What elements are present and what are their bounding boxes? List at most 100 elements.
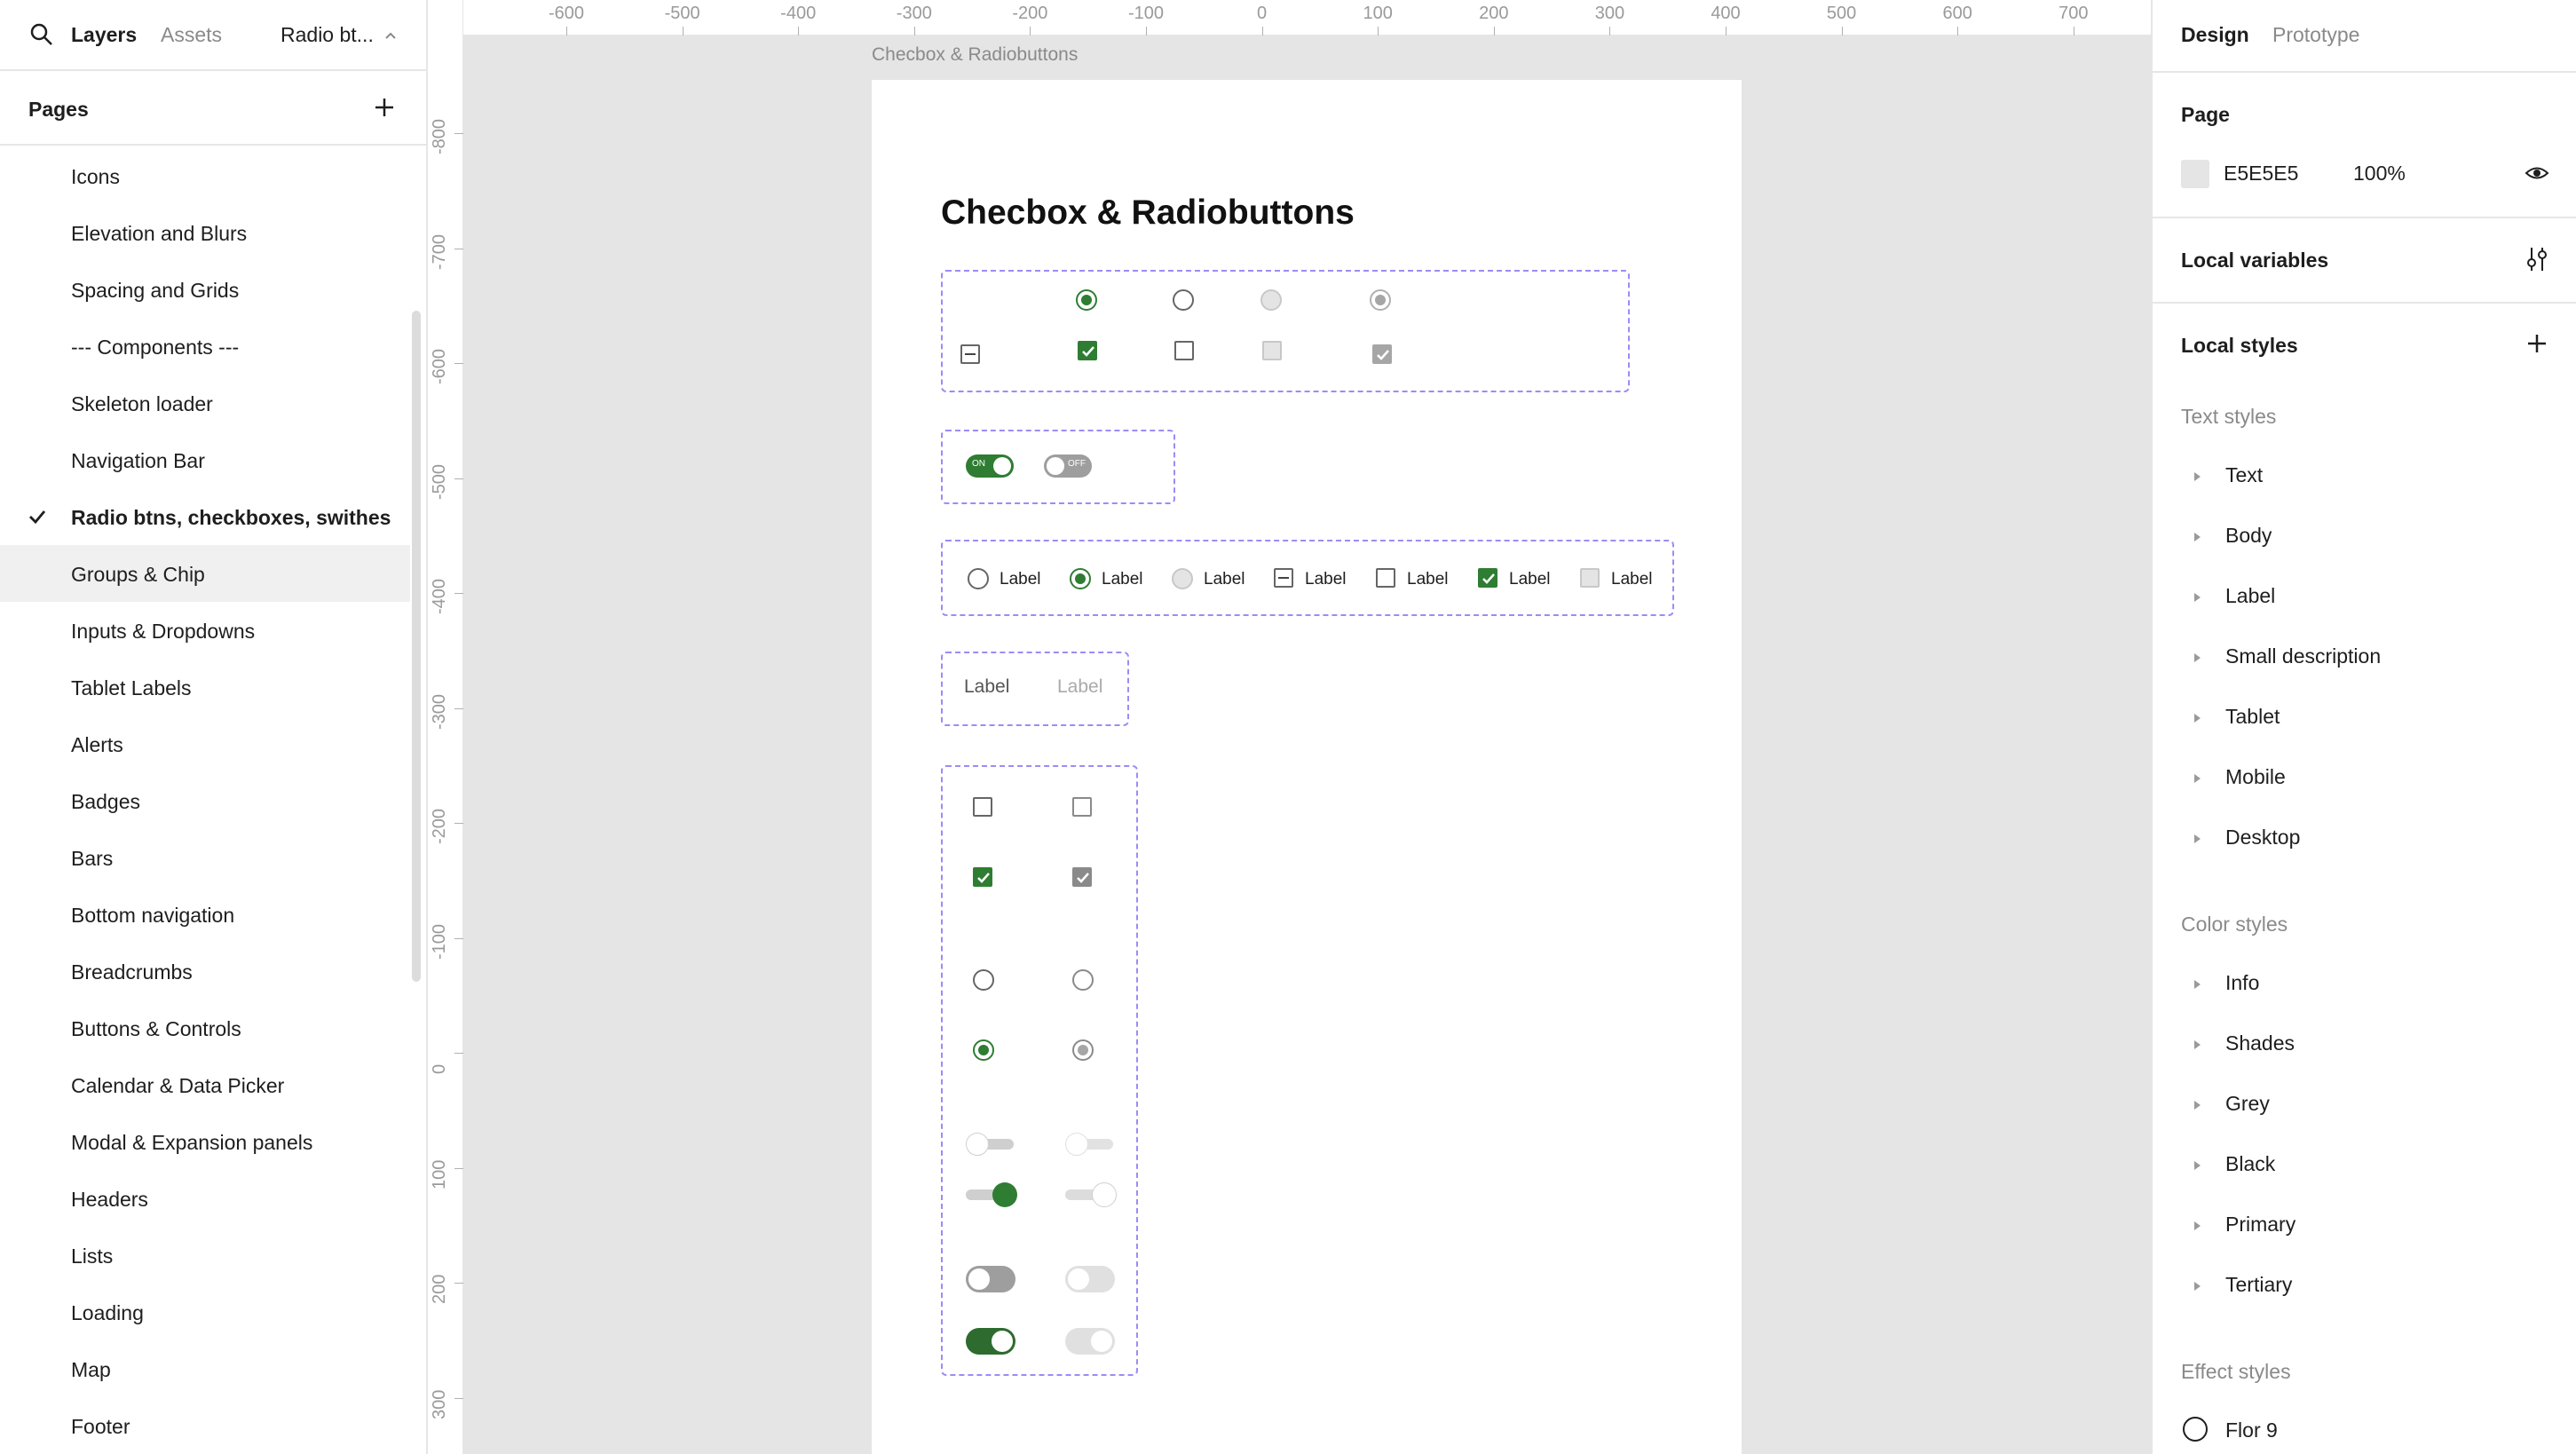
canvas[interactable]: -600 -500 -400 -300 -200 -100 0 100 200 300 400 500… [428, 0, 2151, 1454]
chevron-up-icon[interactable] [382, 27, 399, 44]
style-item[interactable]: Small description [2225, 644, 2381, 668]
component-set-labeled-controls[interactable]: Label Label Label Label Label Label Labe… [941, 540, 1674, 616]
radio-unselected[interactable] [1173, 289, 1194, 311]
checkbox-disabled[interactable] [1580, 568, 1600, 588]
checkbox-indeterminate[interactable] [1274, 568, 1293, 588]
page-dropdown[interactable]: Radio bt... [281, 23, 374, 47]
component-set-states[interactable] [941, 765, 1138, 1376]
page-color-swatch[interactable] [2181, 160, 2209, 188]
checkbox-checked[interactable] [1478, 568, 1497, 588]
switch-off[interactable]: OFF [1044, 454, 1092, 478]
variables-icon[interactable] [2524, 245, 2550, 273]
page-item[interactable]: Navigation Bar [0, 431, 410, 488]
page-item[interactable]: Groups & Chip [0, 545, 410, 602]
switch-slim-on-disabled[interactable] [1065, 1182, 1117, 1207]
style-item[interactable]: Primary [2225, 1213, 2295, 1237]
style-item[interactable]: Desktop [2225, 826, 2300, 849]
style-item[interactable]: Shades [2225, 1031, 2295, 1055]
effect-style-item[interactable]: Flor 9 [2225, 1418, 2278, 1442]
switch-pill-off-disabled[interactable] [1065, 1266, 1115, 1292]
page-item[interactable]: Bars [0, 829, 410, 886]
radio-selected[interactable] [1070, 568, 1091, 589]
checkbox-disabled-checked[interactable] [1372, 344, 1392, 364]
checkbox-unchecked-disabled[interactable] [1072, 797, 1092, 817]
page-item[interactable]: Alerts [0, 715, 410, 772]
caret-right-icon[interactable] [2194, 1282, 2201, 1291]
checkbox-unchecked[interactable] [973, 797, 992, 817]
page-item[interactable]: Map [0, 1340, 410, 1397]
page-item[interactable]: Breadcrumbs [0, 943, 410, 1000]
page-item[interactable]: Icons [0, 147, 410, 204]
page-item[interactable]: --- Components --- [0, 318, 410, 375]
page-item[interactable]: Headers [0, 1170, 410, 1227]
chip-active[interactable]: Label [964, 676, 1009, 698]
page-item[interactable]: Inputs & Dropdowns [0, 602, 410, 659]
caret-right-icon[interactable] [2194, 1101, 2201, 1110]
style-item[interactable]: Tablet [2225, 705, 2280, 729]
radio-disabled-selected[interactable] [1370, 289, 1391, 311]
switch-pill-on[interactable] [966, 1328, 1015, 1355]
caret-right-icon[interactable] [2194, 714, 2201, 723]
radio-disabled[interactable] [1172, 568, 1193, 589]
local-variables-title[interactable]: Local variables [2181, 249, 2328, 273]
style-item[interactable]: Body [2225, 524, 2272, 548]
style-item[interactable]: Text [2225, 463, 2263, 487]
caret-right-icon[interactable] [2194, 472, 2201, 481]
page-item[interactable]: Badges [0, 772, 410, 829]
caret-right-icon[interactable] [2194, 1040, 2201, 1049]
style-item[interactable]: Mobile [2225, 765, 2286, 789]
caret-right-icon[interactable] [2194, 1161, 2201, 1170]
tab-design[interactable]: Design [2181, 23, 2249, 47]
style-item[interactable]: Tertiary [2225, 1273, 2292, 1297]
radio-unselected[interactable] [968, 568, 989, 589]
component-set-chips[interactable]: Label Label [941, 652, 1129, 726]
radio-selected-disabled[interactable] [1072, 1039, 1094, 1061]
style-item[interactable]: Grey [2225, 1092, 2270, 1116]
caret-right-icon[interactable] [2194, 533, 2201, 541]
switch-slim-off[interactable] [966, 1133, 1017, 1156]
component-set-radio-checkbox[interactable] [941, 270, 1630, 392]
checkbox-checked[interactable] [973, 867, 992, 887]
radio-selected[interactable] [1076, 289, 1097, 311]
page-item[interactable]: Elevation and Blurs [0, 204, 410, 261]
switch-slim-on[interactable] [966, 1182, 1017, 1207]
caret-right-icon[interactable] [2194, 653, 2201, 662]
frame-name-label[interactable]: Checbox & Radiobuttons [872, 44, 1078, 66]
radio-unselected[interactable] [973, 969, 994, 991]
page-item[interactable]: Skeleton loader [0, 375, 410, 431]
caret-right-icon[interactable] [2194, 834, 2201, 843]
radio-disabled[interactable] [1260, 289, 1282, 311]
checkbox-checked-disabled[interactable] [1072, 867, 1092, 887]
checkbox-unchecked[interactable] [1174, 341, 1194, 360]
page-item[interactable]: Footer [0, 1397, 410, 1454]
page-item[interactable]: Radio btns, checkboxes, swithes [0, 488, 410, 545]
style-item[interactable]: Info [2225, 971, 2259, 995]
radio-selected[interactable] [973, 1039, 994, 1061]
page-item[interactable]: Spacing and Grids [0, 261, 410, 318]
page-item[interactable]: Tablet Labels [0, 659, 410, 715]
tab-layers[interactable]: Layers [71, 23, 137, 47]
style-item[interactable]: Label [2225, 584, 2275, 608]
caret-right-icon[interactable] [2194, 774, 2201, 783]
chip-inactive[interactable]: Label [1057, 676, 1102, 698]
tab-assets[interactable]: Assets [161, 23, 222, 47]
checkbox-indeterminate[interactable] [960, 344, 980, 364]
style-item[interactable]: Black [2225, 1152, 2275, 1176]
page-color-opacity[interactable]: 100% [2353, 162, 2406, 186]
pages-scrollbar[interactable] [412, 311, 421, 982]
radio-unselected-disabled[interactable] [1072, 969, 1094, 991]
page-item[interactable]: Modal & Expansion panels [0, 1113, 410, 1170]
caret-right-icon[interactable] [2194, 593, 2201, 602]
add-style-icon[interactable] [2524, 330, 2550, 357]
caret-right-icon[interactable] [2194, 1221, 2201, 1230]
search-icon[interactable] [28, 21, 55, 48]
checkbox-disabled[interactable] [1262, 341, 1282, 360]
tab-prototype[interactable]: Prototype [2272, 23, 2359, 47]
component-set-switch-labeled[interactable]: ON OFF [941, 430, 1175, 504]
checkbox-unchecked[interactable] [1376, 568, 1395, 588]
page-item[interactable]: Buttons & Controls [0, 1000, 410, 1056]
add-page-icon[interactable] [371, 94, 398, 121]
page-item[interactable]: Loading [0, 1284, 410, 1340]
page-item[interactable]: Bottom navigation [0, 886, 410, 943]
switch-pill-on-disabled[interactable] [1065, 1328, 1115, 1355]
